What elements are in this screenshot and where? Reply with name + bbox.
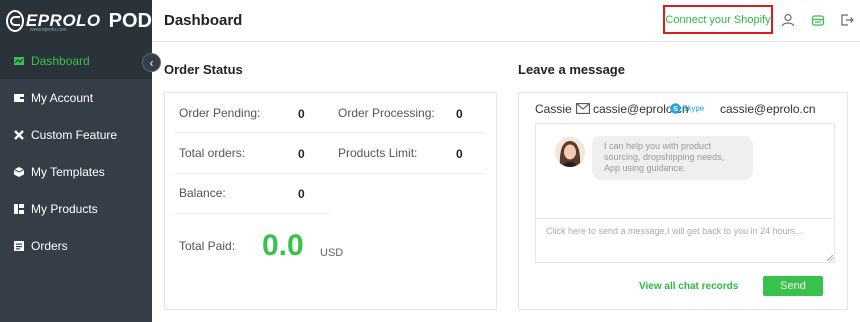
divider [174, 173, 484, 174]
chat-window: I can help you with product sourcing, dr… [535, 123, 835, 263]
resize-handle-icon[interactable] [827, 255, 833, 261]
view-all-chat-records-link[interactable]: View all chat records [639, 281, 738, 292]
logo[interactable]: EPROLO POD www.eprolo.com [0, 0, 152, 42]
sidebar-item-label: My Templates [31, 164, 105, 179]
order-pending-value: 0 [298, 107, 305, 121]
bubble-line: App using guidance. [604, 163, 686, 173]
page-title: Dashboard [164, 12, 243, 29]
logo-mark-icon [6, 10, 24, 32]
tools-icon [14, 129, 24, 140]
total-paid-value: 0.0 [262, 229, 304, 262]
send-button[interactable]: Send [763, 276, 823, 296]
brand-tagline: www.eprolo.com [30, 27, 67, 33]
balance-label: Balance: [179, 186, 226, 200]
main-content: Order Status Order Pending: 0 Order Proc… [152, 42, 860, 322]
bubble-line: I can help you with product [604, 141, 712, 151]
logout-icon[interactable] [840, 13, 854, 27]
balance-value: 0 [298, 187, 305, 201]
sidebar-item-dashboard[interactable]: Dashboard [0, 42, 152, 79]
skype-label: Skype [682, 104, 705, 113]
sidebar-item-label: My Account [31, 90, 94, 105]
chevron-left-icon: ‹ [149, 55, 154, 70]
order-processing-label: Order Processing: [338, 106, 435, 120]
message-input[interactable]: Click here to send a message,I will get … [546, 226, 803, 236]
total-orders-value: 0 [298, 147, 305, 161]
sidebar-item-my-products[interactable]: My Products [0, 190, 152, 227]
avatar [555, 137, 585, 167]
sidebar-item-label: Orders [31, 238, 68, 253]
user-icon[interactable] [781, 13, 795, 27]
products-limit-label: Products Limit: [338, 146, 418, 160]
svg-text:S: S [673, 104, 678, 113]
products-icon [14, 203, 24, 214]
brand-product: POD [108, 9, 152, 32]
email-icon [576, 103, 590, 114]
contact-name: Cassie [535, 102, 572, 116]
sidebar-item-label: Dashboard [31, 53, 90, 68]
leave-message-heading: Leave a message [518, 62, 625, 77]
sidebar-collapse-button[interactable]: ‹ [142, 53, 161, 72]
box-icon [14, 166, 24, 177]
top-bar: Dashboard Connect your Shopify [152, 0, 860, 42]
sidebar-item-my-templates[interactable]: My Templates [0, 153, 152, 190]
skype-icon: S [670, 103, 681, 114]
dashboard-icon [14, 56, 24, 66]
sidebar-item-my-account[interactable]: My Account [0, 79, 152, 116]
total-orders-label: Total orders: [179, 146, 246, 160]
sidebar-item-label: My Products [31, 201, 98, 216]
products-limit-value: 0 [456, 147, 463, 161]
sidebar-item-label: Custom Feature [31, 127, 118, 142]
sidebar: EPROLO POD www.eprolo.com Dashboard My A… [0, 0, 152, 322]
message-panel: Cassie cassie@eprolo.cn S Skype cassie@e… [518, 92, 848, 310]
divider [536, 218, 834, 219]
chat-bubble: I can help you with product sourcing, dr… [592, 136, 753, 180]
total-paid-label: Total Paid: [179, 239, 236, 253]
order-processing-value: 0 [456, 107, 463, 121]
currency-label: USD [320, 247, 344, 259]
bubble-line: sourcing, dropshipping needs, [604, 152, 725, 162]
wallet-icon [14, 93, 24, 103]
sidebar-item-orders[interactable]: Orders [0, 227, 152, 264]
divider [174, 132, 484, 133]
order-pending-label: Order Pending: [179, 106, 261, 120]
store-icon[interactable] [811, 13, 825, 27]
orders-icon [14, 240, 24, 251]
connect-shopify-button[interactable]: Connect your Shopify [663, 5, 773, 34]
order-status-heading: Order Status [164, 62, 243, 77]
contact-skype[interactable]: cassie@eprolo.cn [720, 102, 816, 116]
sidebar-item-custom-feature[interactable]: Custom Feature [0, 116, 152, 153]
divider [174, 213, 329, 214]
order-status-panel: Order Pending: 0 Order Processing: 0 Tot… [164, 92, 497, 310]
